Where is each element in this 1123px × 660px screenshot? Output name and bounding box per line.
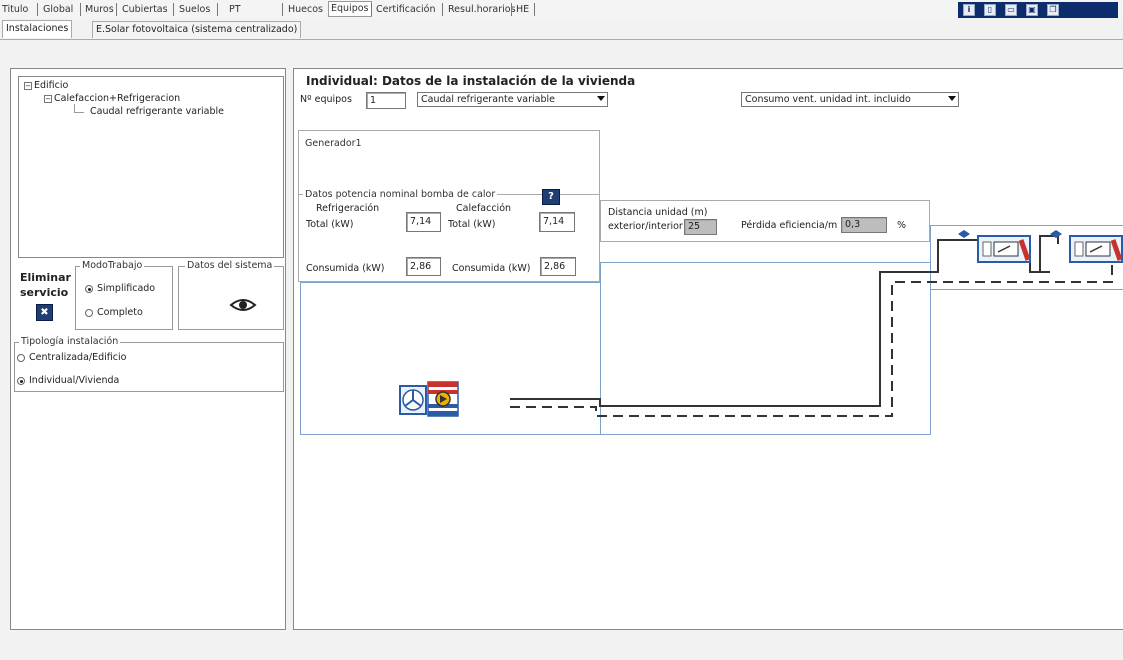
- indoor-unit-icon: [1050, 230, 1123, 263]
- piping-lines: [510, 235, 1113, 417]
- indoor-unit-icon: [958, 230, 1031, 263]
- status-bar: [0, 640, 1123, 660]
